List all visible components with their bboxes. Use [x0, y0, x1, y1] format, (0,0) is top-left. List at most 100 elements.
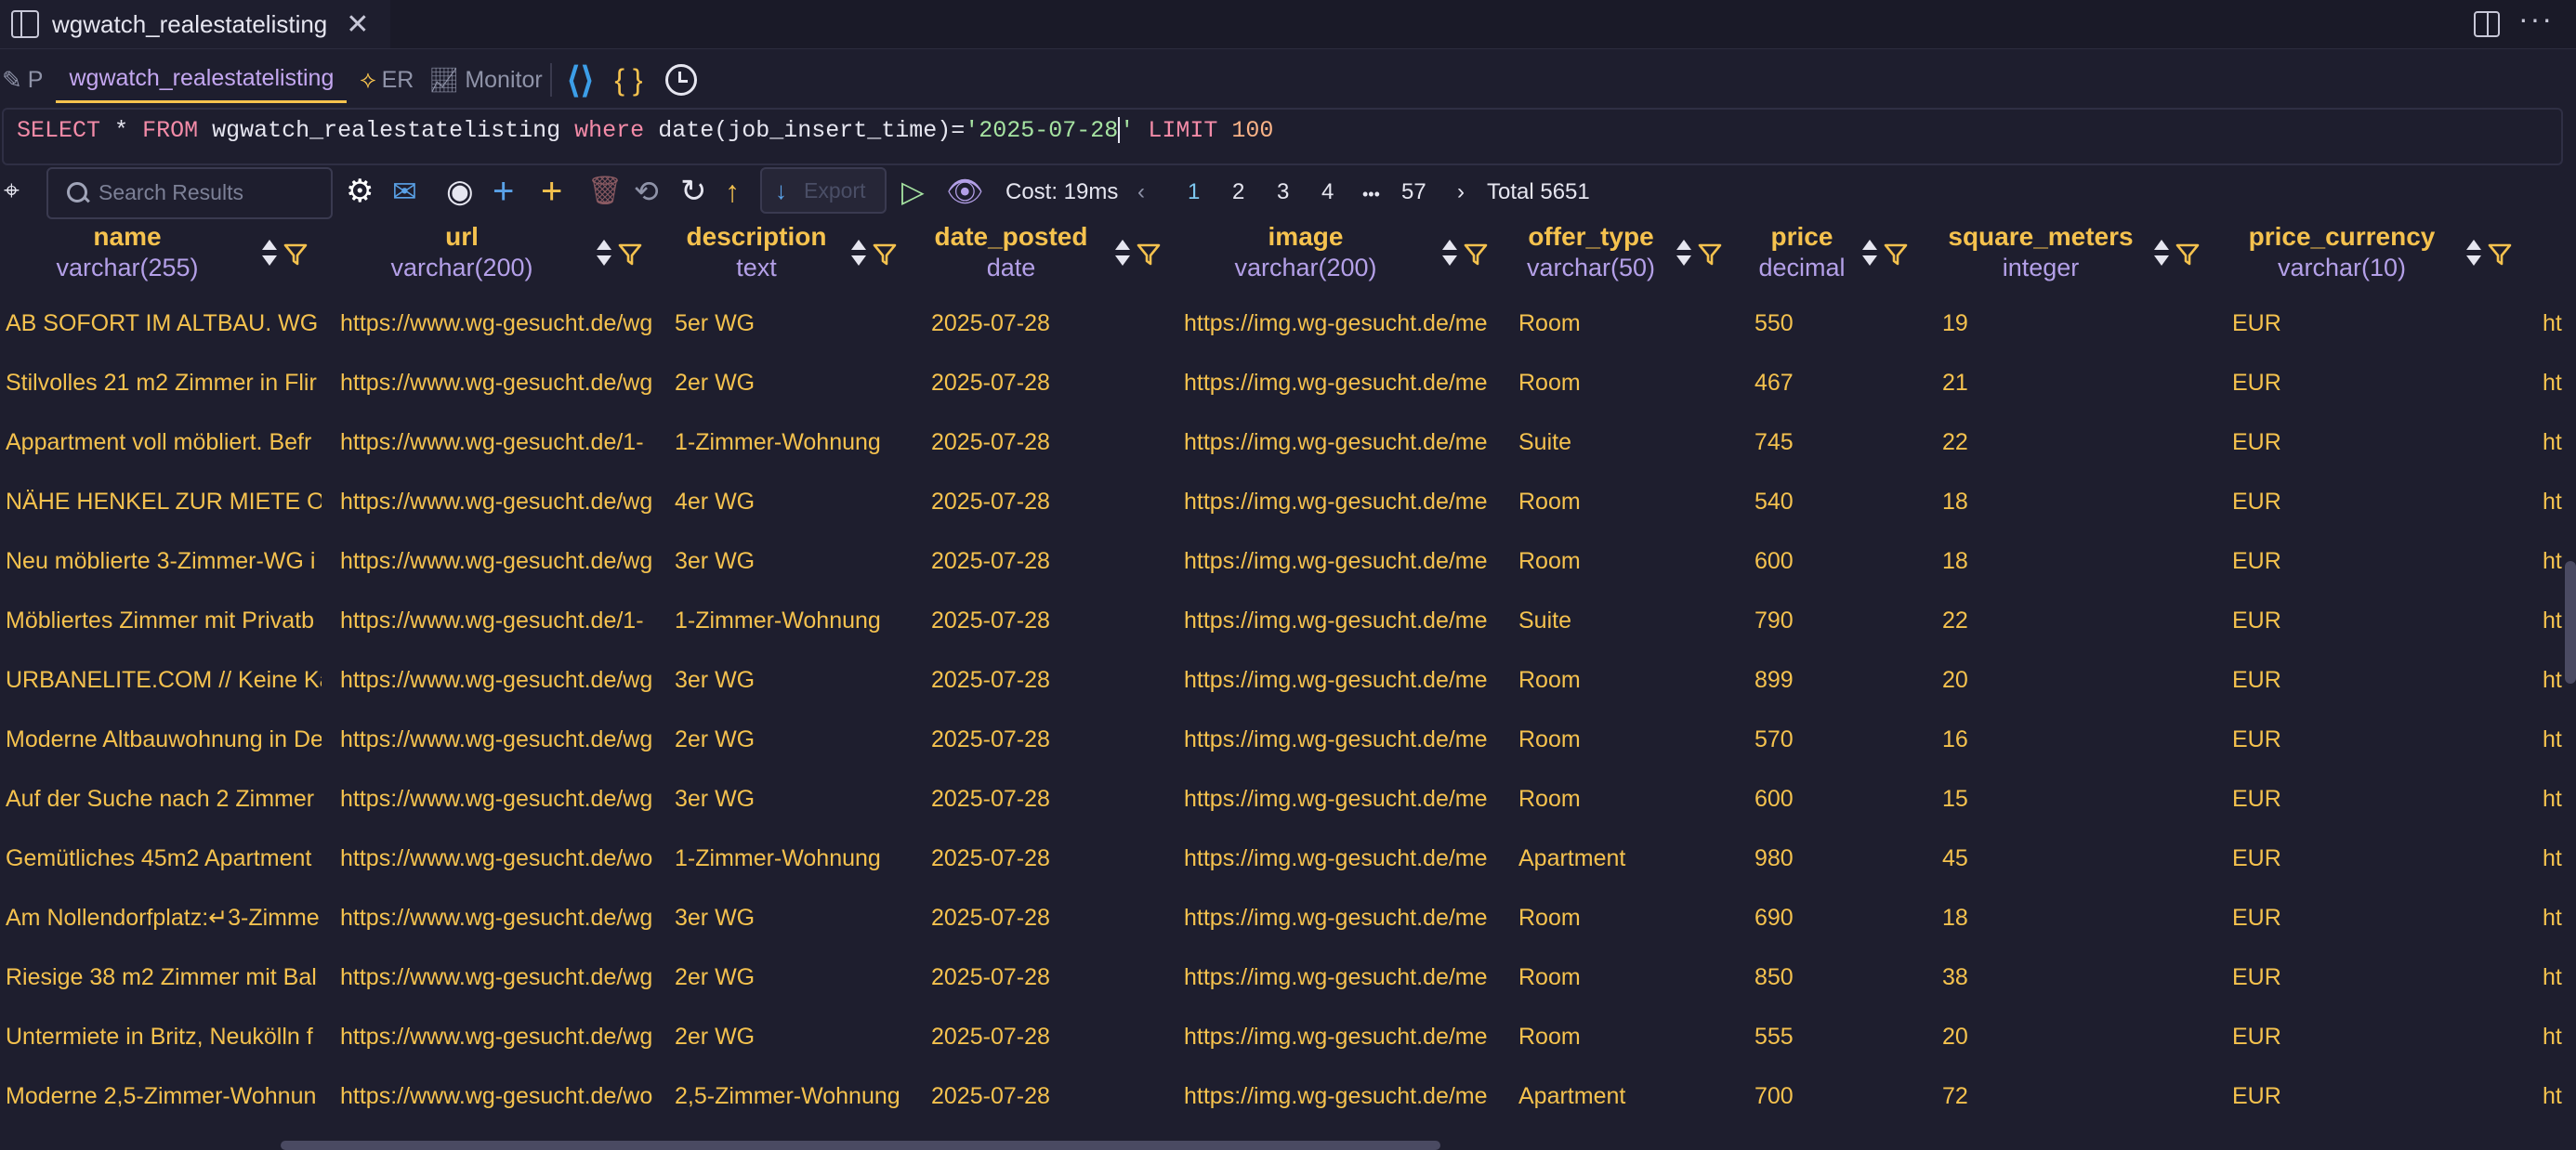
- table-cell[interactable]: 3er WG: [675, 903, 916, 933]
- sort-icon[interactable]: [2463, 238, 2485, 269]
- table-cell[interactable]: Appartment voll möbliert. Befr: [6, 427, 322, 457]
- table-cell[interactable]: Room: [1518, 1022, 1741, 1052]
- mail-icon[interactable]: ✉: [392, 173, 417, 210]
- table-cell[interactable]: 550: [1755, 308, 1922, 338]
- vertical-scrollbar[interactable]: [2565, 561, 2576, 684]
- table-row[interactable]: Möbliertes Zimmer mit Privatb https://www…: [0, 591, 2576, 650]
- prev-page-icon[interactable]: ‹: [1137, 179, 1145, 205]
- table-cell[interactable]: 2er WG: [675, 962, 916, 992]
- table-cell[interactable]: ht: [2543, 1081, 2576, 1111]
- table-cell[interactable]: https://www.wg-gesucht.de/wg: [340, 487, 656, 516]
- table-cell[interactable]: Suite: [1518, 427, 1741, 457]
- table-cell[interactable]: ht: [2543, 487, 2576, 516]
- table-row[interactable]: Auf der Suche nach 2 Zimmer https://www.w…: [0, 769, 2576, 829]
- table-row[interactable]: NÄHE HENKEL ZUR MIETE OD https://www.wg-g…: [0, 472, 2576, 531]
- more-pages[interactable]: •••: [1362, 185, 1380, 204]
- table-cell[interactable]: EUR: [2232, 606, 2530, 635]
- table-cell[interactable]: Room: [1518, 962, 1741, 992]
- table-cell[interactable]: 2er WG: [675, 725, 916, 754]
- table-row[interactable]: Neu möblierte 3-Zimmer-WG i https://www.w…: [0, 531, 2576, 591]
- table-cell[interactable]: 15: [1942, 784, 2221, 814]
- table-cell[interactable]: ht: [2543, 308, 2576, 338]
- table-cell[interactable]: 600: [1755, 546, 1922, 576]
- table-cell[interactable]: Room: [1518, 903, 1741, 933]
- table-cell[interactable]: 18: [1942, 903, 2221, 933]
- table-cell[interactable]: 2025-07-28: [931, 368, 1173, 398]
- sort-icon[interactable]: [2150, 238, 2173, 269]
- table-cell[interactable]: https://www.wg-gesucht.de/wg: [340, 546, 656, 576]
- table-cell[interactable]: 19: [1942, 308, 2221, 338]
- table-cell[interactable]: ht: [2543, 843, 2576, 873]
- table-cell[interactable]: https://www.wg-gesucht.de/wg: [340, 368, 656, 398]
- table-cell[interactable]: 3er WG: [675, 665, 916, 695]
- table-cell[interactable]: Möbliertes Zimmer mit Privatb: [6, 606, 322, 635]
- table-row[interactable]: Untermiete in Britz, Neukölln f https://w…: [0, 1007, 2576, 1066]
- table-cell[interactable]: 1-Zimmer-Wohnung: [675, 843, 916, 873]
- table-cell[interactable]: https://img.wg-gesucht.de/me: [1184, 665, 1500, 695]
- run-icon[interactable]: ▷: [901, 173, 925, 210]
- table-cell[interactable]: Am Nollendorfplatz:↵3-Zimme: [6, 903, 322, 933]
- page-4[interactable]: 4: [1321, 179, 1334, 205]
- add-column-icon[interactable]: +: [541, 173, 562, 210]
- table-cell[interactable]: ht: [2543, 962, 2576, 992]
- table-cell[interactable]: 2025-07-28: [931, 606, 1173, 635]
- table-row[interactable]: Am Nollendorfplatz:↵3-Zimme https://www.w…: [0, 888, 2576, 947]
- table-cell[interactable]: 467: [1755, 368, 1922, 398]
- table-cell[interactable]: EUR: [2232, 546, 2530, 576]
- close-icon[interactable]: ✕: [346, 8, 369, 41]
- table-cell[interactable]: Auf der Suche nach 2 Zimmer: [6, 784, 322, 814]
- table-cell[interactable]: https://img.wg-gesucht.de/me: [1184, 427, 1500, 457]
- tab-query[interactable]: wgwatch_realestatelisting: [56, 58, 348, 103]
- table-cell[interactable]: 2025-07-28: [931, 546, 1173, 576]
- table-cell[interactable]: Suite: [1518, 606, 1741, 635]
- table-cell[interactable]: https://img.wg-gesucht.de/me: [1184, 725, 1500, 754]
- table-cell[interactable]: https://img.wg-gesucht.de/me: [1184, 962, 1500, 992]
- table-cell[interactable]: 2025-07-28: [931, 308, 1173, 338]
- table-cell[interactable]: Room: [1518, 725, 1741, 754]
- table-cell[interactable]: https://img.wg-gesucht.de/me: [1184, 903, 1500, 933]
- table-cell[interactable]: EUR: [2232, 427, 2530, 457]
- table-row[interactable]: Moderne Altbauwohnung in De https://www.w…: [0, 710, 2576, 769]
- table-row[interactable]: Stilvolles 21 m2 Zimmer in Flir https://w…: [0, 353, 2576, 412]
- table-cell[interactable]: Room: [1518, 308, 1741, 338]
- arrow-up-icon[interactable]: ↑: [725, 173, 740, 210]
- table-cell[interactable]: 700: [1755, 1081, 1922, 1111]
- table-cell[interactable]: Riesige 38 m2 Zimmer mit Bal: [6, 962, 322, 992]
- table-cell[interactable]: 899: [1755, 665, 1922, 695]
- table-cell[interactable]: Room: [1518, 784, 1741, 814]
- table-cell[interactable]: 2025-07-28: [931, 784, 1173, 814]
- search-input[interactable]: [97, 173, 323, 212]
- table-cell[interactable]: 4er WG: [675, 487, 916, 516]
- eye-icon[interactable]: 👁︎: [946, 173, 984, 210]
- table-cell[interactable]: 45: [1942, 843, 2221, 873]
- gear-icon[interactable]: ⚙: [346, 173, 374, 210]
- more-actions-icon[interactable]: ···: [2518, 2, 2554, 36]
- table-cell[interactable]: EUR: [2232, 903, 2530, 933]
- table-cell[interactable]: ht: [2543, 1022, 2576, 1052]
- table-cell[interactable]: https://img.wg-gesucht.de/me: [1184, 308, 1500, 338]
- table-cell[interactable]: 1-Zimmer-Wohnung: [675, 606, 916, 635]
- export-button[interactable]: ↓ Export: [760, 167, 887, 214]
- table-cell[interactable]: EUR: [2232, 487, 2530, 516]
- table-cell[interactable]: Room: [1518, 487, 1741, 516]
- table-cell[interactable]: 690: [1755, 903, 1922, 933]
- table-cell[interactable]: ht: [2543, 427, 2576, 457]
- history-icon[interactable]: [664, 64, 697, 96]
- table-cell[interactable]: https://img.wg-gesucht.de/me: [1184, 1022, 1500, 1052]
- table-cell[interactable]: Neu möblierte 3-Zimmer-WG i: [6, 546, 322, 576]
- table-cell[interactable]: URBANELITE.COM // Keine Kau: [6, 665, 322, 695]
- table-cell[interactable]: EUR: [2232, 725, 2530, 754]
- table-cell[interactable]: https://www.wg-gesucht.de/1-: [340, 427, 656, 457]
- table-cell[interactable]: EUR: [2232, 665, 2530, 695]
- table-cell[interactable]: https://img.wg-gesucht.de/me: [1184, 487, 1500, 516]
- table-row[interactable]: Gemütliches 45m2 Apartment https://www.wg…: [0, 829, 2576, 888]
- column-header-url[interactable]: url varchar(200): [304, 221, 620, 290]
- table-row[interactable]: Moderne 2,5-Zimmer-Wohnun https://www.wg-…: [0, 1066, 2576, 1126]
- table-cell[interactable]: 555: [1755, 1022, 1922, 1052]
- table-cell[interactable]: https://img.wg-gesucht.de/me: [1184, 606, 1500, 635]
- table-cell[interactable]: 980: [1755, 843, 1922, 873]
- editor-tab[interactable]: wgwatch_realestatelisting ✕: [0, 0, 390, 48]
- table-cell[interactable]: ht: [2543, 725, 2576, 754]
- table-cell[interactable]: 22: [1942, 606, 2221, 635]
- page-2[interactable]: 2: [1232, 179, 1244, 205]
